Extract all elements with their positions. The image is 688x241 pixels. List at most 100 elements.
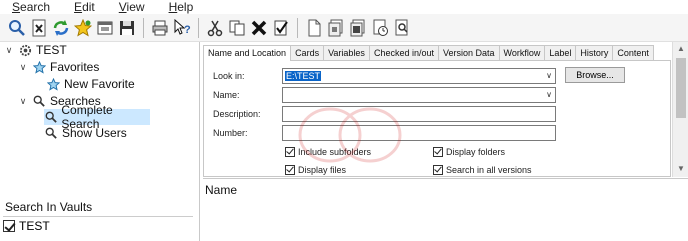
toolbar-separator: [198, 17, 199, 38]
display-files-option[interactable]: Display files: [285, 165, 346, 175]
delete-button[interactable]: [248, 17, 270, 39]
tree-label: TEST: [36, 43, 67, 57]
new-document-button[interactable]: [303, 17, 325, 39]
browse-button[interactable]: Browse...: [565, 67, 625, 83]
description-field[interactable]: [282, 106, 556, 122]
include-subfolders-checkbox[interactable]: [285, 147, 295, 157]
display-folders-checkbox[interactable]: [433, 147, 443, 157]
menu-edit[interactable]: Edit: [62, 0, 107, 14]
results-list: Name: [203, 178, 688, 241]
search-all-versions-option[interactable]: Search in all versions: [433, 165, 532, 175]
tree-label: Show Users: [62, 126, 127, 140]
menu-accelerator: H: [168, 0, 178, 14]
vertical-scrollbar[interactable]: ▲ ▼: [672, 42, 688, 177]
tree-label: Favorites: [50, 60, 100, 74]
include-subfolders-option[interactable]: Include subfolders: [285, 147, 371, 157]
toolbar: ?: [0, 14, 688, 42]
refresh-button[interactable]: [50, 17, 72, 39]
display-files-checkbox[interactable]: [285, 165, 295, 175]
tab-variables[interactable]: Variables: [323, 45, 370, 60]
menu-bar: Search Edit View Help: [0, 0, 688, 14]
tab-checked-in-out[interactable]: Checked in/out: [368, 45, 439, 60]
menu-accelerator: E: [74, 0, 83, 14]
menu-search[interactable]: Search: [0, 0, 62, 14]
tree-item-new-favorite[interactable]: New Favorite: [46, 76, 135, 92]
check-button[interactable]: [270, 17, 292, 39]
menu-help[interactable]: Help: [157, 0, 206, 14]
tab-content[interactable]: Content: [612, 45, 654, 60]
search-form-area: Name and Location Cards Variables Checke…: [203, 42, 688, 177]
vault-checkbox[interactable]: [3, 220, 15, 232]
document-history-icon: [373, 19, 388, 36]
display-folders-option[interactable]: Display folders: [433, 147, 505, 157]
gear-icon: [18, 43, 32, 57]
magnifier-icon: [32, 94, 46, 108]
search-tree: ∨ TEST ∨ Favorites New Favorite ∨ Search…: [0, 42, 200, 192]
name-label: Name:: [213, 90, 240, 100]
document-stack-icon: [328, 19, 343, 36]
vault-item[interactable]: TEST: [3, 219, 50, 233]
scroll-thumb[interactable]: [676, 58, 686, 118]
option-label: Display files: [298, 165, 347, 175]
tab-version-data[interactable]: Version Data: [437, 45, 500, 60]
chevron-down-icon[interactable]: ∨: [4, 45, 14, 56]
star-icon: [74, 18, 92, 37]
print-button[interactable]: [149, 17, 171, 39]
scroll-down-icon[interactable]: ▼: [677, 164, 685, 173]
name-dropdown[interactable]: ∨: [282, 87, 556, 103]
tree-item-show-users[interactable]: Show Users: [44, 125, 127, 141]
tree-item-root[interactable]: ∨ TEST: [4, 42, 67, 58]
option-label: Search in all versions: [446, 165, 532, 175]
copy-icon: [229, 20, 245, 35]
tab-cards[interactable]: Cards: [290, 45, 325, 60]
tab-workflow[interactable]: Workflow: [498, 45, 546, 60]
document-icon: [308, 19, 321, 36]
toolbar-separator: [297, 17, 298, 38]
tree-item-complete-search[interactable]: Complete Search: [44, 103, 150, 131]
search-tree-panel: ∨ TEST ∨ Favorites New Favorite ∨ Search…: [0, 42, 200, 241]
open-document-button[interactable]: [325, 17, 347, 39]
cut-button[interactable]: [204, 17, 226, 39]
magnifier-icon: [44, 126, 58, 140]
menu-view[interactable]: View: [107, 0, 157, 14]
menu-accelerator: S: [12, 0, 21, 14]
option-label: Include subfolders: [298, 147, 372, 157]
find-document-button[interactable]: [391, 17, 413, 39]
number-field[interactable]: [282, 125, 556, 141]
document-search-icon: [395, 19, 408, 35]
column-header-name[interactable]: Name: [205, 183, 237, 197]
delete-search-button[interactable]: [28, 17, 50, 39]
look-in-label: Look in:: [213, 71, 245, 81]
search-toolbar-button[interactable]: [6, 17, 28, 39]
dialog-button[interactable]: [94, 17, 116, 39]
add-favorite-button[interactable]: [72, 17, 94, 39]
refresh-icon: [53, 19, 69, 36]
scroll-up-icon[interactable]: ▲: [677, 44, 685, 53]
document-view-button[interactable]: [347, 17, 369, 39]
help-button[interactable]: ?: [171, 17, 193, 39]
tab-label[interactable]: Label: [544, 45, 577, 60]
chevron-down-icon[interactable]: ∨: [18, 62, 28, 73]
toolbar-separator: [143, 17, 144, 38]
look-in-dropdown[interactable]: E:\TEST ∨: [282, 68, 556, 84]
copy-button[interactable]: [226, 17, 248, 39]
vaults-header: Search In Vaults: [3, 197, 193, 217]
chevron-down-icon: ∨: [546, 71, 552, 80]
svg-text:?: ?: [184, 24, 191, 36]
tree-item-favorites[interactable]: ∨ Favorites: [18, 59, 100, 75]
delete-x-icon: [251, 20, 267, 35]
tab-history[interactable]: History: [575, 45, 614, 60]
history-button[interactable]: [369, 17, 391, 39]
chevron-down-icon[interactable]: ∨: [18, 96, 28, 107]
save-button[interactable]: [116, 17, 138, 39]
help-pointer-icon: ?: [174, 18, 191, 36]
floppy-disk-icon: [120, 20, 134, 35]
tab-name-and-location[interactable]: Name and Location: [203, 45, 292, 61]
chevron-down-icon: ∨: [546, 90, 552, 99]
window-icon: [97, 21, 113, 34]
search-all-versions-checkbox[interactable]: [433, 165, 443, 175]
printer-icon: [152, 20, 168, 35]
tree-label: New Favorite: [64, 77, 135, 91]
tab-strip: Name and Location Cards Variables Checke…: [203, 45, 654, 61]
delete-document-icon: [32, 19, 46, 36]
